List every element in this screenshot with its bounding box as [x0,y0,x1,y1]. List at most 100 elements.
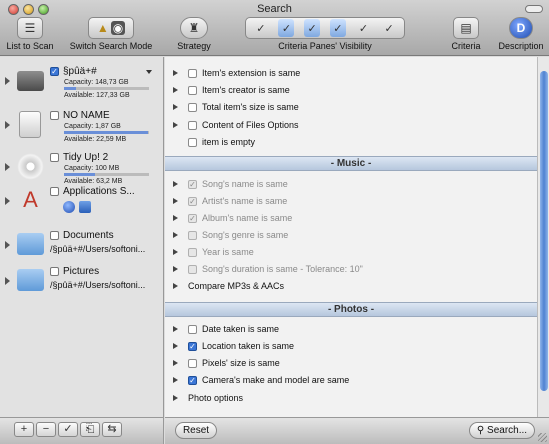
disclosure-triangle-icon[interactable] [5,277,10,285]
criteria-checkbox[interactable] [188,248,197,257]
reset-button[interactable]: Reset [175,422,217,439]
criteria-row[interactable]: ✓ Camera's make and model are same [165,372,537,389]
volume-item[interactable]: NO NAME Capacity: 1,87 GB Available: 22,… [0,107,164,145]
criteria-panes-visibility-control[interactable]: ✓ ✓ ✓ ✓ ✓ ✓ Criteria Panes' Visibility [240,17,410,51]
criteria-row[interactable]: Item's creator is same [165,82,537,99]
pane-toggle-1-icon[interactable]: ✓ [253,19,269,37]
criteria-row[interactable]: ✓ Song's name is same [165,176,537,193]
pane-toggle-3-icon[interactable]: ✓ [304,19,321,37]
criteria-checkbox[interactable]: ✓ [188,180,197,189]
criteria-checkbox[interactable] [188,138,197,147]
volume-usage-bar [64,131,149,134]
disclosure-triangle-icon[interactable] [173,215,178,221]
disclosure-triangle-icon[interactable] [173,232,178,238]
criteria-checkbox[interactable] [188,86,197,95]
disclosure-triangle-icon[interactable] [5,241,10,249]
pane-toggle-5-icon[interactable]: ✓ [355,19,371,37]
disclosure-triangle-icon[interactable] [5,121,10,129]
disclosure-triangle-icon[interactable] [173,360,178,366]
criteria-checkbox[interactable]: ✓ [188,376,197,385]
criteria-row[interactable]: Date taken is same [165,321,537,338]
disclosure-triangle-icon[interactable] [173,283,178,289]
volume-checkbox[interactable] [50,153,59,162]
criteria-row[interactable]: Item's extension is same [165,65,537,82]
strategy-button[interactable]: ♜ Strategy [172,17,216,51]
folder-checkbox[interactable] [50,267,59,276]
criteria-checkbox[interactable] [188,121,197,130]
check-all-button[interactable]: ✓ [58,422,78,437]
add-button[interactable]: + [14,422,34,437]
pane-toggle-4-icon[interactable]: ✓ [329,19,346,37]
disclosure-triangle-icon[interactable] [5,197,10,205]
criteria-row[interactable]: Content of Files Options [165,117,537,134]
criteria-row[interactable]: ✓ Location taken is same [165,338,537,355]
disclosure-triangle-icon[interactable] [5,77,10,85]
criteria-checkbox[interactable] [188,103,197,112]
folder-name: Applications S... [63,186,135,197]
list-icon: ☰ [17,17,43,39]
volume-checkbox[interactable]: ✓ [50,67,59,76]
description-button[interactable]: D Description [496,17,546,51]
criteria-row[interactable]: Photo options [165,390,537,407]
criteria-row[interactable]: Song's genre is same [165,227,537,244]
volume-checkbox[interactable] [50,111,59,120]
criteria-checkbox[interactable] [188,231,197,240]
disclosure-triangle-icon[interactable] [173,266,178,272]
criteria-row[interactable]: item is empty [165,134,537,151]
disclosure-triangle-icon[interactable] [173,198,178,204]
volume-item[interactable]: Tidy Up! 2 Capacity: 100 MB Available: 6… [0,149,164,187]
criteria-row[interactable]: Compare MP3s & AACs [165,278,537,295]
finder-icon [79,201,91,213]
criteria-checkbox[interactable] [188,325,197,334]
switch-mode-icon: ▲ ◉ [88,17,134,39]
swap-button[interactable]: ⇆ [102,422,122,437]
criteria-row[interactable]: Pixels' size is same [165,355,537,372]
criteria-row[interactable]: Total item's size is same [165,99,537,116]
criteria-row[interactable]: ✓ Artist's name is same [165,193,537,210]
folder-item[interactable]: Pictures /§pûä+#/Users/softoni... [0,263,164,297]
dropdown-arrow-icon[interactable] [146,70,152,74]
toolbar-toggle-button[interactable] [525,5,543,13]
disclosure-triangle-icon[interactable] [173,395,178,401]
disclosure-triangle-icon[interactable] [173,122,178,128]
criteria-checkbox[interactable]: ✓ [188,342,197,351]
volume-usage-fill [64,173,96,176]
criteria-row[interactable]: Year is same [165,244,537,261]
criteria-label: Location taken is same [202,341,295,351]
criteria-checkbox[interactable]: ✓ [188,214,197,223]
criteria-checkbox[interactable]: ✓ [188,197,197,206]
folder-item[interactable]: Documents /§pûä+#/Users/softoni... [0,227,164,261]
disclosure-triangle-icon[interactable] [173,343,178,349]
folder-checkbox[interactable] [50,187,59,196]
disclosure-triangle-icon[interactable] [173,104,178,110]
pane-toggle-6-icon[interactable]: ✓ [381,19,397,37]
search-button[interactable]: ⚲ Search... [469,422,535,439]
disclosure-triangle-icon[interactable] [173,70,178,76]
pane-toggle-2-icon[interactable]: ✓ [278,19,295,37]
folder-item[interactable]: A Applications S... [0,183,164,219]
criteria-label: Compare MP3s & AACs [188,281,285,291]
criteria-checkbox[interactable] [188,265,197,274]
vertical-scrollbar[interactable] [537,57,549,417]
disclosure-triangle-icon[interactable] [5,163,10,171]
resize-grip-icon[interactable] [538,433,547,442]
criteria-checkbox[interactable] [188,69,197,78]
remove-button[interactable]: − [36,422,56,437]
criteria-row[interactable]: ✓ Album's name is same [165,210,537,227]
criteria-label: Song's name is same [202,179,288,189]
criteria-pane: Item's extension is same Item's creator … [165,57,537,417]
criteria-checkbox[interactable] [188,359,197,368]
disclosure-triangle-icon[interactable] [173,87,178,93]
volume-item[interactable]: ✓ §pûä+# Capacity: 148,73 GB Available: … [0,63,164,103]
scrollbar-thumb[interactable] [540,71,548,391]
folder-checkbox[interactable] [50,231,59,240]
disclosure-triangle-icon[interactable] [173,377,178,383]
disclosure-triangle-icon[interactable] [173,326,178,332]
switch-search-mode-button[interactable]: ▲ ◉ Switch Search Mode [66,17,156,51]
criteria-row[interactable]: Song's duration is same - Tolerance: 10" [165,261,537,278]
list-to-scan-button[interactable]: ☰ List to Scan [6,17,54,51]
duplicate-button[interactable]: ⎗ [80,422,100,437]
disclosure-triangle-icon[interactable] [173,249,178,255]
disclosure-triangle-icon[interactable] [173,181,178,187]
criteria-button[interactable]: ▤ Criteria [446,17,486,51]
